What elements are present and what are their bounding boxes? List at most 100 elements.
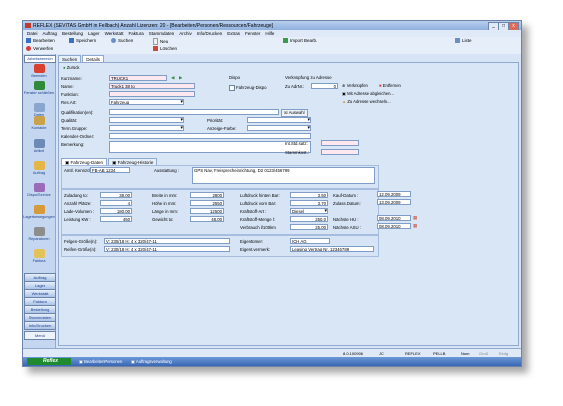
kennzeichen-field[interactable]: FB-AB 1234 <box>90 167 130 173</box>
fahrzeugdispo-checkbox[interactable] <box>229 85 235 91</box>
menu-fenster[interactable]: Fenster <box>245 31 260 36</box>
zuadressewechseln-button[interactable]: ▲ Zu Adresse wechseln... <box>340 99 393 105</box>
speichern-button[interactable]: Speichern <box>69 38 96 43</box>
sidebar-item-faktura[interactable]: Faktura <box>23 249 55 263</box>
loeschen-label: Löschen <box>160 46 178 51</box>
breite-field[interactable]: 2800 <box>190 192 224 198</box>
resart-select[interactable]: Fahrzeug <box>109 99 184 105</box>
bearbeiten-button[interactable]: Bearbeiten <box>26 38 55 43</box>
stammkost-field[interactable] <box>321 149 359 155</box>
anzeigefarbe-select[interactable] <box>247 125 311 131</box>
loeschen-button[interactable]: Löschen <box>153 46 177 51</box>
kennzeichen-label: Amtl. Kennzch. <box>64 168 93 173</box>
lufthinten-field[interactable]: 3,50 <box>290 192 328 198</box>
status-bar: 8.0.100906 JC REFLEX PELLB Num Groß Einf… <box>23 348 521 357</box>
menu-extras[interactable]: Extras <box>227 31 240 36</box>
hoehe-field[interactable]: 2550 <box>190 200 224 206</box>
kurzname-field[interactable]: TRUCK1 <box>109 75 167 81</box>
laenge-field[interactable]: 12500 <box>190 208 224 214</box>
menu-lager[interactable]: Lager <box>88 31 100 36</box>
kraftstoffart-select[interactable]: Diesel <box>290 208 328 214</box>
prioritaet-select[interactable] <box>247 117 311 123</box>
menu-stammdaten[interactable]: Stammdaten <box>149 31 175 36</box>
reifen-field[interactable]: V: 230/18 H: 4 x 320/47-11 <box>104 246 230 252</box>
status-version: 8.0.100906 <box>343 351 364 356</box>
zuadressewechseln-label: Zu Adresse wechseln... <box>347 99 391 104</box>
menu-faktura[interactable]: Faktura <box>128 31 143 36</box>
entfernen-button[interactable]: ■ Entfernen <box>377 83 403 89</box>
back-button[interactable]: ● Zurück <box>61 65 82 71</box>
ladevolumen-field[interactable]: 180,00 <box>100 208 132 214</box>
menu-auftrag[interactable]: Auftrag <box>43 31 58 36</box>
suchen-button[interactable]: Suchen <box>111 38 133 43</box>
reflex-logo[interactable]: Reflex <box>27 358 71 365</box>
sidebar-tab-arbeitsbereich[interactable]: Arbeitsbereich <box>24 55 56 63</box>
menu-werkstatt[interactable]: Werkstatt <box>105 31 124 36</box>
leistung-field[interactable]: 450 <box>100 216 132 222</box>
sidebar-item-kontakte[interactable]: Kontakte <box>23 116 55 130</box>
discard-icon <box>26 46 31 51</box>
luftvorn-field[interactable]: 3,70 <box>290 200 328 206</box>
prev-arrow-icon[interactable]: ◀ <box>171 75 174 81</box>
menu-datei[interactable]: Datei <box>27 31 38 36</box>
calendar-asu-icon[interactable]: ▦ <box>413 223 417 229</box>
termgruppe-select[interactable] <box>109 125 184 131</box>
mitadresse-button[interactable]: ▣ Mit Adresse abgleichen... <box>340 91 396 97</box>
next-arrow-icon[interactable]: ▶ <box>179 75 182 81</box>
intstdsatz-field[interactable] <box>321 140 359 146</box>
sidebar-item-beenden[interactable]: Beenden <box>23 64 55 78</box>
zuladung-field[interactable]: 38,00 <box>100 192 132 198</box>
plaetze-field[interactable]: 4 <box>100 200 132 206</box>
intstdsatz-label: Int.Std.satz: <box>285 141 308 146</box>
verbrauch-field[interactable]: 25,00 <box>290 224 328 230</box>
import-icon <box>283 38 288 43</box>
kraftstoffmenge-field[interactable]: 250,0 <box>290 216 328 222</box>
bemerkung-field[interactable] <box>109 141 311 153</box>
verwerfen-button[interactable]: Verwerfen <box>26 46 53 51</box>
funktion-field[interactable] <box>109 91 195 97</box>
sidebar-item-dispo-service[interactable]: Dispo/Service <box>23 183 55 197</box>
qualitaet-select[interactable] <box>109 117 184 123</box>
sidebar-button-info-drucken[interactable]: Info/Drucken <box>24 321 56 330</box>
contacts-icon <box>33 116 45 125</box>
menu-bestellung[interactable]: Bestellung <box>62 31 83 36</box>
naechsteasu-field[interactable]: 08.09.2010 <box>377 223 411 229</box>
qualifikation-field[interactable] <box>109 109 279 115</box>
liste-label: Liste <box>462 38 472 43</box>
taskbar-item-auftragsverwaltung[interactable]: ▣ Auftragsverwaltung <box>131 358 172 365</box>
order-icon <box>33 161 45 170</box>
calendar-hu-icon[interactable]: ▦ <box>413 215 417 221</box>
eigentvermerk-field[interactable]: Leasing Vertrag Nr. 12346789 <box>290 246 374 252</box>
verknuepfen-button[interactable]: ⊕ Verknüpfen <box>340 83 370 89</box>
eigentuemer-field[interactable]: ICH AG <box>290 238 330 244</box>
import-button[interactable]: Import Bearb. <box>283 38 317 43</box>
sidebar-item-fenster-schliessen[interactable]: Fenster schließen <box>23 81 55 95</box>
menu-info-drucken[interactable]: Info/Drucken <box>197 31 223 36</box>
zuadrnr-field[interactable]: 0 <box>311 83 338 89</box>
sidebar-item-reparaturen[interactable]: Reparaturen <box>23 227 55 241</box>
felgen-field[interactable]: V: 230/18 H: 4 x 320/47-11 <box>104 238 230 244</box>
menu-button[interactable]: Menü <box>24 331 56 340</box>
ausstattung-field[interactable]: GPS Nav, Freisprecheinrichtung, D2 0123/… <box>192 167 375 184</box>
zulassdatum-field[interactable]: 13.09.2009 <box>377 199 411 205</box>
gewicht-field[interactable]: 48,00 <box>190 216 224 222</box>
neu-button[interactable]: Neu <box>153 38 168 45</box>
taskbar-item-bearbeiten-personen[interactable]: ▣ BearbeitenPersonen <box>79 358 122 365</box>
verknuepfung-label: Verknüpfung zu Adresse <box>285 75 332 80</box>
qualitaet-label: Qualität: <box>61 118 78 123</box>
kalenderordner-field[interactable] <box>109 133 311 139</box>
sidebar-item-artikel[interactable]: Artikel <box>23 139 55 153</box>
suchen-label: Suchen <box>118 38 134 43</box>
liste-button[interactable]: Liste <box>455 38 472 43</box>
breite-label: Breite in mm: <box>152 193 178 198</box>
sidebar-item-auftrag[interactable]: Auftrag <box>23 161 55 175</box>
sidebar-item-lagerbewegungen[interactable]: Lagerbewegungen <box>23 205 55 219</box>
naechstehu-field[interactable]: 08.09.2010 <box>377 215 411 221</box>
sidebar-item-daten[interactable]: Daten <box>23 103 55 117</box>
menu-archiv[interactable]: Archiv <box>179 31 192 36</box>
menu-hilfe[interactable]: Hilfe <box>265 31 274 36</box>
kaufdatum-field[interactable]: 12.09.2009 <box>377 191 411 197</box>
name-field[interactable]: Truck1 38 to <box>109 83 195 89</box>
app-icon <box>25 23 31 28</box>
auswahl-button[interactable]: ☒ Auswahl <box>281 109 308 117</box>
